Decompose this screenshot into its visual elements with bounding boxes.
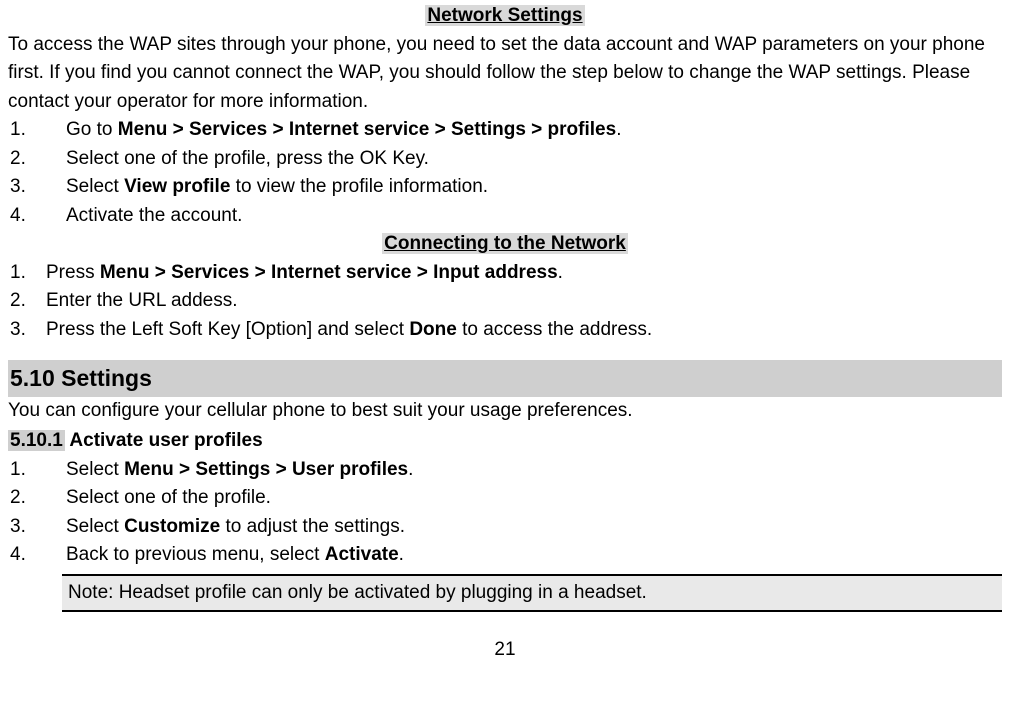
list-text: Go to Menu > Services > Internet service… [66, 116, 1002, 145]
intro-paragraph: To access the WAP sites through your pho… [8, 31, 1002, 117]
text: . [399, 544, 404, 565]
list-text: Back to previous menu, select Activate. [66, 541, 1002, 570]
list-item: 4. Back to previous menu, select Activat… [8, 541, 1002, 570]
text: Select [66, 516, 124, 537]
list-number: 3. [8, 173, 66, 202]
list-text: Select Customize to adjust the settings. [66, 513, 1002, 542]
list-text: Enter the URL addess. [46, 287, 1002, 316]
list-text: Press Menu > Services > Internet service… [46, 259, 1002, 288]
list-number: 3. [8, 513, 66, 542]
bold-text: Done [409, 319, 457, 340]
list-number: 4. [8, 541, 66, 570]
bold-text: Activate [325, 544, 399, 565]
list-number: 1. [8, 456, 66, 485]
list-item: 4. Activate the account. [8, 202, 1002, 231]
note-box: Note: Headset profile can only be activa… [62, 574, 1002, 613]
bold-text: View profile [124, 176, 230, 197]
list-number: 2. [8, 145, 66, 174]
list-text: Select one of the profile. [66, 484, 1002, 513]
list-item: 3. Select View profile to view the profi… [8, 173, 1002, 202]
text: Go to [66, 119, 118, 140]
text: . [616, 119, 621, 140]
list-text: Activate the account. [66, 202, 1002, 231]
list-item: 3. Press the Left Soft Key [Option] and … [8, 316, 1002, 345]
text: to access the address. [457, 319, 652, 340]
list-item: 1. Select Menu > Settings > User profile… [8, 456, 1002, 485]
list-item: 1. Go to Menu > Services > Internet serv… [8, 116, 1002, 145]
list-number: 3. [8, 316, 46, 345]
text: to adjust the settings. [220, 516, 405, 537]
list-text: Select View profile to view the profile … [66, 173, 1002, 202]
list-network-settings: 1. Go to Menu > Services > Internet serv… [8, 116, 1002, 230]
bold-text: Menu > Services > Internet service > Set… [118, 119, 616, 140]
list-text: Select one of the profile, press the OK … [66, 145, 1002, 174]
page-number: 21 [8, 636, 1002, 665]
list-item: 2. Select one of the profile. [8, 484, 1002, 513]
heading-network-settings-wrap: Network Settings [8, 2, 1002, 31]
text: . [558, 262, 563, 283]
list-item: 2. Enter the URL addess. [8, 287, 1002, 316]
text: to view the profile information. [230, 176, 488, 197]
bold-text: Menu > Services > Internet service > Inp… [100, 262, 558, 283]
subsection-heading: 5.10.1 Activate user profiles [8, 427, 1002, 456]
list-text: Select Menu > Settings > User profiles. [66, 456, 1002, 485]
subsection-title: Activate user profiles [65, 430, 263, 451]
heading-connecting-wrap: Connecting to the Network [8, 230, 1002, 259]
bold-text: Customize [124, 516, 220, 537]
list-item: 1. Press Menu > Services > Internet serv… [8, 259, 1002, 288]
section-intro: You can configure your cellular phone to… [8, 397, 1002, 426]
text: . [408, 459, 413, 480]
text: Select [66, 176, 124, 197]
list-text: Press the Left Soft Key [Option] and sel… [46, 316, 1002, 345]
list-number: 2. [8, 484, 66, 513]
heading-connecting: Connecting to the Network [382, 233, 628, 254]
list-profiles: 1. Select Menu > Settings > User profile… [8, 456, 1002, 570]
section-heading-settings: 5.10 Settings [8, 360, 1002, 397]
list-number: 4. [8, 202, 66, 231]
text: Press the Left Soft Key [Option] and sel… [46, 319, 409, 340]
list-number: 2. [8, 287, 46, 316]
text: Select [66, 459, 124, 480]
list-number: 1. [8, 116, 66, 145]
bold-text: Menu > Settings > User profiles [124, 459, 408, 480]
list-number: 1. [8, 259, 46, 288]
text: Back to previous menu, select [66, 544, 325, 565]
list-item: 3. Select Customize to adjust the settin… [8, 513, 1002, 542]
heading-network-settings: Network Settings [425, 5, 584, 26]
list-item: 2. Select one of the profile, press the … [8, 145, 1002, 174]
subsection-number: 5.10.1 [8, 430, 65, 451]
text: Press [46, 262, 100, 283]
list-connecting: 1. Press Menu > Services > Internet serv… [8, 259, 1002, 345]
